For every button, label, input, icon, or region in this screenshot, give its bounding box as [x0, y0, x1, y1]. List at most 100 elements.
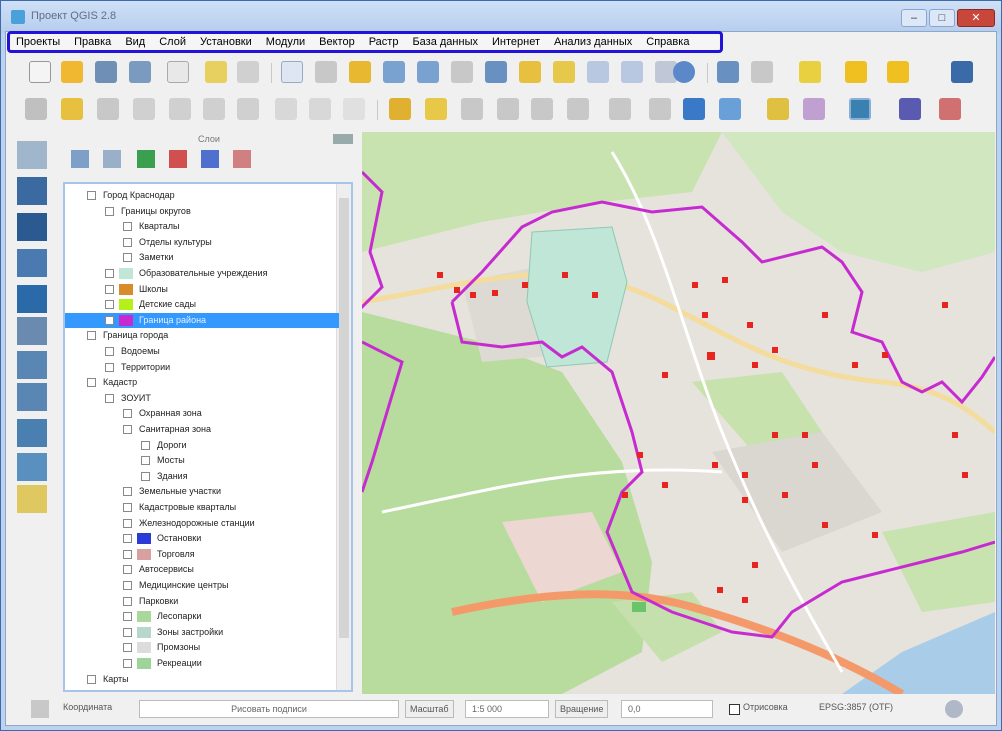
zoom-in-icon[interactable] — [383, 61, 405, 83]
node-tool-icon[interactable] — [203, 98, 225, 120]
layer-visibility-checkbox[interactable] — [123, 565, 132, 575]
grass-icon[interactable] — [719, 98, 741, 120]
layer-visibility-checkbox[interactable] — [123, 643, 132, 653]
layer-row[interactable]: Граница района — [65, 312, 339, 328]
layer-visibility-checkbox[interactable] — [141, 440, 150, 450]
label-tool-icon[interactable] — [389, 98, 411, 120]
save-edits-icon[interactable] — [97, 98, 119, 120]
crs-status[interactable]: EPSG:3857 (OTF) — [819, 702, 893, 712]
layer-row[interactable]: Детские сады — [65, 297, 339, 312]
layer-visibility-checkbox[interactable] — [105, 393, 114, 403]
layers-tree[interactable]: Город Краснодар Границы округов Кварталы От… — [63, 182, 353, 692]
layer-visibility-checkbox[interactable] — [105, 300, 114, 310]
layer-row[interactable]: Торговля — [65, 547, 339, 562]
label-show-icon[interactable] — [461, 98, 483, 120]
zoom-last-icon[interactable] — [587, 61, 609, 83]
layer-row[interactable]: Мосты — [65, 453, 339, 468]
add-vector-layer-icon[interactable] — [17, 141, 47, 169]
rotation-spinbox[interactable]: 0,0 — [621, 700, 713, 718]
zoom-full-icon[interactable] — [485, 61, 507, 83]
add-wms-layer-icon[interactable] — [17, 317, 47, 345]
add-postgis-layer-icon[interactable] — [17, 213, 47, 241]
layer-row[interactable]: Образовательные учреждения — [65, 266, 339, 281]
layer-row[interactable]: Рекреации — [65, 656, 339, 671]
scale-combo[interactable]: 1:5 000 — [465, 700, 549, 718]
layer-row[interactable]: Остановки — [65, 531, 339, 546]
snapping-icon[interactable] — [849, 98, 871, 120]
georeferencer-icon[interactable] — [683, 98, 705, 120]
layer-visibility-checkbox[interactable] — [105, 362, 114, 372]
copy-features-icon[interactable] — [309, 98, 331, 120]
new-spatialite-icon[interactable] — [17, 485, 47, 513]
layer-visibility-checkbox[interactable] — [141, 471, 150, 481]
log-messages-icon[interactable] — [945, 700, 963, 718]
add-spatialite-layer-icon[interactable] — [17, 249, 47, 277]
label-unpin-icon[interactable] — [609, 98, 631, 120]
add-raster-layer-icon[interactable] — [17, 177, 47, 205]
layer-visibility-checkbox[interactable] — [123, 581, 132, 590]
save-project-icon[interactable] — [95, 61, 117, 83]
panel-close-icon[interactable] — [333, 134, 353, 144]
menu-layer[interactable]: Слой — [159, 36, 186, 48]
coordinate-field[interactable]: Рисовать подписи — [139, 700, 399, 718]
label-pin-icon[interactable] — [425, 98, 447, 120]
layer-visibility-checkbox[interactable] — [123, 237, 132, 247]
layer-visibility-checkbox[interactable] — [123, 612, 132, 622]
layer-row[interactable]: Санитарная зона — [65, 422, 339, 437]
layer-visibility-checkbox[interactable] — [123, 596, 132, 606]
action-icon[interactable] — [751, 61, 773, 83]
layer-visibility-checkbox[interactable] — [141, 456, 150, 466]
menu-web[interactable]: Интернет — [492, 36, 540, 48]
menu-settings[interactable]: Установки — [200, 36, 252, 48]
attribute-table-icon[interactable] — [887, 61, 909, 83]
layer-visibility-checkbox[interactable] — [123, 627, 132, 637]
diagram-icon[interactable] — [649, 98, 671, 120]
layer-row[interactable]: Кадастр — [65, 375, 339, 390]
layer-row[interactable]: Дороги — [65, 438, 339, 453]
zoom-next-icon[interactable] — [621, 61, 643, 83]
layer-row[interactable]: Промзоны — [65, 640, 339, 655]
cut-features-icon[interactable] — [275, 98, 297, 120]
layer-row[interactable]: Охранная зона — [65, 406, 339, 421]
messages-icon[interactable] — [31, 700, 49, 718]
menu-vector[interactable]: Вектор — [319, 36, 355, 48]
deselect-icon[interactable] — [845, 61, 867, 83]
layer-row[interactable]: Заметки — [65, 250, 339, 265]
layer-row[interactable]: Парковки — [65, 594, 339, 609]
layer-row[interactable]: Автосервисы — [65, 562, 339, 577]
layer-visibility-checkbox[interactable] — [87, 378, 96, 388]
layer-row[interactable]: Город Краснодар — [65, 188, 339, 203]
layer-visibility-checkbox[interactable] — [123, 487, 132, 497]
layer-row[interactable]: Граница города — [65, 328, 339, 343]
layer-visibility-checkbox[interactable] — [123, 222, 132, 232]
menu-help[interactable]: Справка — [646, 36, 689, 48]
zoom-out-icon[interactable] — [417, 61, 439, 83]
menu-database[interactable]: База данных — [412, 36, 478, 48]
open-project-icon[interactable] — [61, 61, 83, 83]
current-edits-icon[interactable] — [25, 98, 47, 120]
save-as-icon[interactable] — [129, 61, 151, 83]
layer-row[interactable]: ЗОУИТ — [65, 391, 339, 406]
layer-row[interactable]: Отделы культуры — [65, 235, 339, 250]
layer-visibility-checkbox[interactable] — [105, 206, 114, 216]
python-console-icon[interactable] — [767, 98, 789, 120]
paste-features-icon[interactable] — [343, 98, 365, 120]
layer-row[interactable]: Медицинские центры — [65, 578, 339, 593]
add-wfs-layer-icon[interactable] — [17, 383, 47, 411]
maximize-button[interactable]: □ — [929, 9, 955, 27]
remove-layer-icon[interactable] — [233, 150, 251, 168]
zoom-native-icon[interactable] — [451, 61, 473, 83]
measure-icon[interactable] — [951, 61, 973, 83]
add-delimited-text-icon[interactable] — [17, 419, 47, 447]
layer-row[interactable]: Зоны застройки — [65, 625, 339, 640]
layer-visibility-checkbox[interactable] — [105, 284, 114, 294]
layer-visibility-checkbox[interactable] — [87, 331, 96, 341]
menu-edit[interactable]: Правка — [74, 36, 111, 48]
layer-visibility-checkbox[interactable] — [123, 518, 132, 528]
render-checkbox[interactable] — [729, 704, 740, 715]
close-button[interactable]: ✕ — [957, 9, 995, 27]
layer-row[interactable]: Карты — [65, 672, 339, 687]
composer-manager-icon[interactable] — [205, 61, 227, 83]
menu-projects[interactable]: Проекты — [16, 36, 60, 48]
select-features-icon[interactable] — [799, 61, 821, 83]
